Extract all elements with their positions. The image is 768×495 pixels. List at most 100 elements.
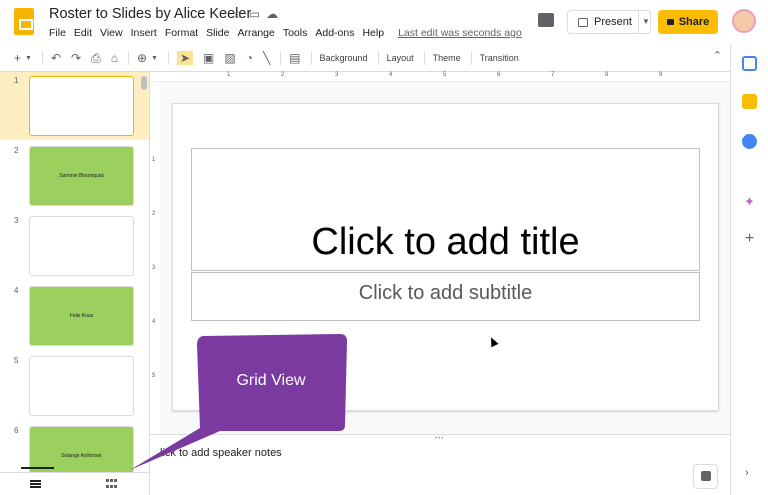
transition-button[interactable]: Transition [480,53,519,63]
text-box-icon[interactable]: ▣ [203,51,214,65]
ruler-tick-label: 1 [152,157,156,163]
ruler-tick-label: 7 [551,72,555,78]
addon-icon[interactable]: ✦ [742,194,757,209]
add-addon-icon[interactable]: + [742,231,757,247]
last-edit-link[interactable]: Last edit was seconds ago [398,27,522,39]
menu-view[interactable]: View [100,27,123,39]
notes-grip-icon[interactable]: ••• [435,436,444,442]
cloud-status-icon[interactable]: ☁ [266,7,278,21]
filmstrip-slide[interactable]: 1 [0,72,149,140]
filmstrip-slide[interactable]: 5 [0,352,149,420]
document-title[interactable]: Roster to Slides by Alice Keeler [49,6,251,22]
present-dropdown-icon[interactable]: ▼ [642,17,650,26]
collapse-toolbar-icon[interactable]: ⌃ [713,49,722,62]
star-icon[interactable]: ☆ [232,7,243,21]
redo-icon[interactable]: ↷ [71,51,81,65]
active-view-indicator [21,467,54,469]
ruler-tick-label: 1 [227,72,231,78]
move-folder-icon[interactable]: ▭ [249,7,260,21]
filmstrip-slide[interactable]: 4 Felix Kous [0,282,149,350]
slide-number: 1 [14,76,19,85]
menu-format[interactable]: Format [165,27,198,39]
ruler-tick-label: 5 [443,72,447,78]
present-divider [638,11,639,33]
image-icon[interactable]: ▨ [224,51,235,65]
slides-logo-icon[interactable] [14,8,34,35]
comments-icon[interactable] [538,13,554,27]
ruler-divider [150,81,730,82]
title-placeholder-text: Click to add title [311,221,580,263]
menu-edit[interactable]: Edit [74,27,92,39]
menu-addons[interactable]: Add-ons [315,27,354,39]
menu-slide[interactable]: Slide [206,27,229,39]
ruler-tick-label: 6 [497,72,501,78]
toolbar-divider [377,51,379,65]
filmstrip-scrollbar[interactable] [141,76,147,90]
expand-panel-icon[interactable]: › [745,467,749,479]
slide-thumbnail: Sammie Bloomquist [29,146,134,206]
undo-icon[interactable]: ↶ [51,51,61,65]
speaker-notes-placeholder[interactable]: lick to add speaker notes [160,447,282,459]
zoom-dropdown-icon[interactable]: ▼ [151,55,158,62]
filmstrip-view-icon[interactable] [30,480,41,488]
side-panel: ✦ + › [730,44,768,495]
toolbar-divider [127,51,129,65]
filmstrip-slide[interactable]: 3 [0,212,149,280]
menu-tools[interactable]: Tools [283,27,308,39]
slide-number: 5 [14,356,19,365]
filmstrip-slide[interactable]: 6 Solange Ashbrook [0,422,149,472]
shape-icon[interactable]: ◔ [246,51,253,65]
slide-thumbnail: Solange Ashbrook [29,426,134,472]
slide-number: 4 [14,286,19,295]
print-icon[interactable]: ⎙ [91,51,101,66]
header: Roster to Slides by Alice Keeler ☆ ▭ ☁ F… [0,0,768,44]
toolbar-divider [423,51,425,65]
slide-number: 2 [14,146,19,155]
layout-button[interactable]: Layout [387,53,414,63]
ruler-tick-label: 5 [152,373,156,379]
avatar[interactable] [732,9,756,33]
slide-number: 6 [14,426,19,435]
zoom-icon[interactable]: ⊕ [137,51,147,65]
toolbar-divider [280,51,282,65]
menu-insert[interactable]: Insert [131,27,157,39]
toolbar-divider [167,51,169,65]
keep-icon[interactable] [742,94,757,109]
background-button[interactable]: Background [320,53,368,63]
menu-help[interactable]: Help [362,27,384,39]
ruler-tick-label: 3 [335,72,339,78]
title-icons: ☆ ▭ ☁ [232,7,278,21]
slide-thumbnail [29,356,134,416]
present-button[interactable]: Present ▼ [567,10,651,34]
share-label: Share [678,16,710,28]
subtitle-placeholder-text: Click to add subtitle [358,282,533,304]
slide-thumbnail [29,76,134,136]
new-slide-icon[interactable]: + [14,51,21,65]
present-label: Present [594,16,632,28]
calendar-icon[interactable] [742,56,757,71]
toolbar-divider [470,51,472,65]
grid-view-icon[interactable] [106,479,117,489]
ruler-tick-label: 4 [389,72,393,78]
menu-arrange[interactable]: Arrange [237,27,274,39]
new-slide-dropdown-icon[interactable]: ▼ [25,55,32,62]
line-icon[interactable]: ╲ [263,51,270,65]
slide-thumbnail: Felix Kous [29,286,134,346]
title-placeholder[interactable]: Click to add title [191,148,700,271]
horizontal-ruler[interactable]: 1 2 3 4 5 6 7 8 9 [170,72,718,81]
toolbar-divider [41,51,43,65]
subtitle-placeholder[interactable]: Click to add subtitle [191,272,700,321]
filmstrip-slide[interactable]: 2 Sammie Bloomquist [0,142,149,210]
menu-file[interactable]: File [49,27,66,39]
ruler-tick-label: 2 [152,211,156,217]
ruler-tick-label: 3 [152,265,156,271]
share-button[interactable]: Share [658,10,718,34]
paint-format-icon[interactable]: ⌂ [111,51,118,65]
vertical-ruler[interactable]: 1 2 3 4 5 [150,104,160,410]
theme-button[interactable]: Theme [433,53,461,63]
slide-number: 3 [14,216,19,225]
comment-add-icon[interactable]: ▤ [289,51,300,65]
select-cursor-icon[interactable]: ➤ [176,51,193,65]
tasks-icon[interactable] [742,134,757,149]
explore-button[interactable] [693,464,718,489]
